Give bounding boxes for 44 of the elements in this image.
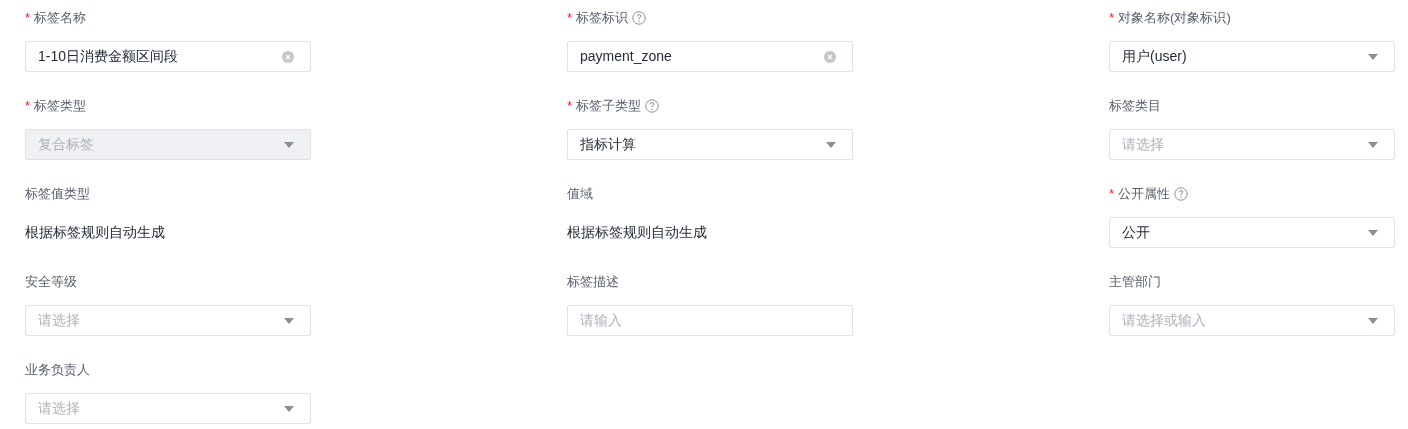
select-field[interactable]: 指标计算 (567, 129, 853, 160)
help-icon[interactable] (1174, 187, 1189, 201)
select-field[interactable]: 请选择或输入 (1109, 305, 1395, 336)
field-label: 公开属性 (1118, 185, 1171, 204)
input-field[interactable]: payment_zone (567, 41, 853, 72)
caret-icon (1368, 229, 1378, 236)
field-value: 根据标签规则自动生成 (25, 223, 165, 242)
help-icon[interactable] (632, 11, 647, 25)
select-field[interactable]: 请选择 (25, 393, 311, 424)
caret-icon (1368, 141, 1378, 148)
input-field[interactable]: 1-10日消费金额区间段 (25, 41, 311, 72)
caret-icon (284, 317, 294, 324)
required-mark: * (567, 9, 573, 28)
required-mark: * (567, 97, 573, 116)
required-mark: * (1109, 185, 1115, 204)
field-label: 对象名称(对象标识) (1118, 9, 1231, 28)
select-field[interactable]: 请选择 (25, 305, 311, 336)
field-value: 根据标签规则自动生成 (567, 223, 707, 242)
caret-icon (826, 141, 836, 148)
select-field[interactable]: 用户(user) (1109, 41, 1395, 72)
field-label: 主管部门 (1109, 273, 1161, 292)
caret-icon (284, 405, 294, 412)
clear-icon[interactable] (282, 50, 294, 63)
required-mark: * (25, 97, 31, 116)
caret-icon (1368, 317, 1378, 324)
field-label: 标签子类型 (576, 97, 642, 116)
field-label: 标签标识 (576, 9, 629, 28)
field-label: 安全等级 (25, 273, 77, 292)
input-field[interactable]: 请输入 (567, 305, 853, 336)
field-label: 标签类型 (34, 97, 87, 116)
field-label: 标签值类型 (25, 185, 90, 204)
field-label: 业务负责人 (25, 361, 90, 380)
field-label: 标签类目 (1109, 97, 1161, 116)
required-mark: * (1109, 9, 1115, 28)
required-mark: * (25, 9, 31, 28)
select-field[interactable]: 公开 (1109, 217, 1395, 248)
caret-icon (284, 141, 294, 148)
help-icon[interactable] (645, 99, 660, 113)
field-label: 标签名称 (34, 9, 87, 28)
caret-icon (1368, 53, 1378, 60)
field-label: 标签描述 (567, 273, 619, 292)
field-label: 值域 (567, 185, 593, 204)
select-field[interactable]: 请选择 (1109, 129, 1395, 160)
clear-icon[interactable] (824, 50, 836, 63)
